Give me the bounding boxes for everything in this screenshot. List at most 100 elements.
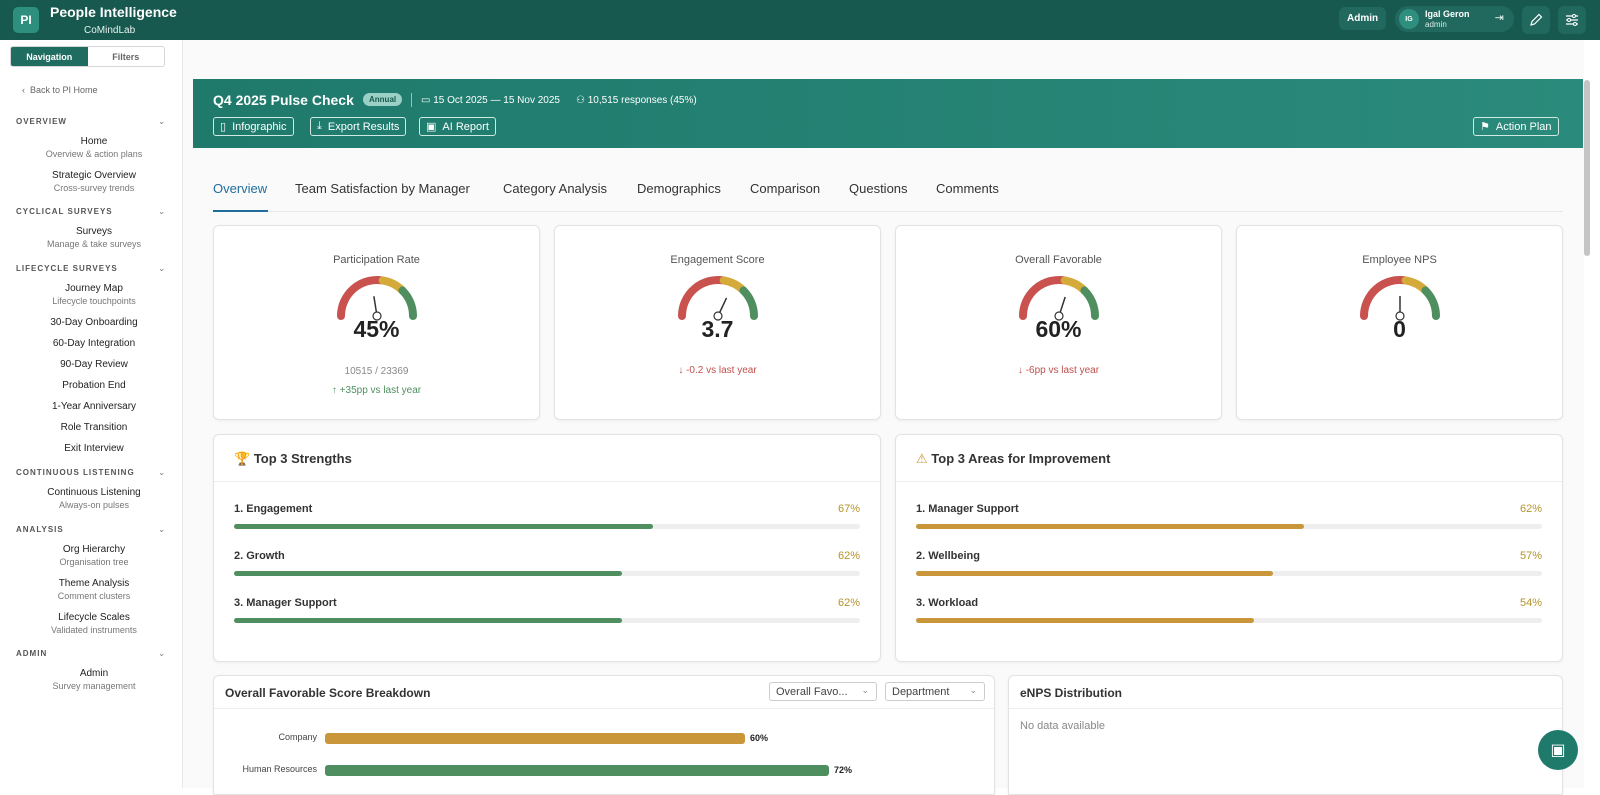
chevron-down-icon: ⌄ [861,685,869,695]
progress-fill [234,618,623,623]
tab-comparison[interactable]: Comparison [750,181,820,196]
gauge-segment [1420,286,1440,320]
report-icon: ▣ [426,121,437,133]
kpi-value: 60% [1035,316,1082,342]
chevron-left-icon: ‹ [22,85,25,95]
users-icon: ⚇ [576,95,585,106]
logout-icon[interactable]: ⇥ [1495,11,1504,24]
export-results-button[interactable]: ⤓ Export Results [310,117,407,136]
sidebar-item-theme-analysis[interactable]: Theme Analysis Comment clusters [0,578,188,601]
improvements-title: ⚠ Top 3 Areas for Improvement [916,451,1111,466]
metric-select[interactable]: Overall Favo... ⌄ [769,682,877,701]
sidebar-item-org-hierarchy[interactable]: Org Hierarchy Organisation tree [0,544,188,567]
section-lifecycle-surveys[interactable]: LIFECYCLE SURVEYS ⌄ [16,264,166,273]
section-overview[interactable]: OVERVIEW ⌄ [16,117,166,126]
sidebar-item-exit-interview[interactable]: Exit Interview [0,443,188,454]
progress-fill [234,571,623,576]
scrollbar[interactable] [1584,80,1590,256]
sidebar-tabs: Navigation Filters [10,46,165,67]
app-title: People Intelligence [50,4,177,20]
bar [325,733,745,744]
chevron-down-icon: ⌄ [158,525,166,534]
ai-report-button[interactable]: ▣ AI Report [419,117,496,136]
active-tab-indicator [213,210,268,212]
improvement-item: 1. Manager Support 62% [916,503,1542,529]
app-logo: PI [13,7,39,33]
strengths-title: 🏆 Top 3 Strengths [234,451,352,466]
sidebar-item-continuous-listening[interactable]: Continuous Listening Always-on pulses [0,487,188,510]
gauge-segment [397,286,417,320]
progress-fill [916,618,1255,623]
chevron-down-icon: ⌄ [969,685,977,695]
edit-button[interactable] [1522,6,1550,34]
survey-dates: ▭ 15 Oct 2025 — 15 Nov 2025 [421,95,560,106]
improvement-item: 3. Workload 54% [916,597,1542,623]
tab-overview[interactable]: Overview [213,181,267,196]
tab-filters[interactable]: Filters [88,47,165,66]
sidebar-item-integration[interactable]: 60-Day Integration [0,338,188,349]
chevron-down-icon: ⌄ [158,207,166,216]
kpi-title: Overall Favorable [1015,254,1102,266]
sidebar-item-onboarding[interactable]: 30-Day Onboarding [0,317,188,328]
sidebar-item-role-transition[interactable]: Role Transition [0,422,188,433]
sidebar-item-strategic-overview[interactable]: Strategic Overview Cross-survey trends [0,170,188,193]
breakdown-title: Overall Favorable Score Breakdown [225,686,431,700]
bar-value-label: 72% [834,765,853,775]
action-plan-button[interactable]: ⚑ Action Plan [1473,117,1559,136]
section-continuous-listening[interactable]: CONTINUOUS LISTENING ⌄ [16,468,166,477]
infographic-button[interactable]: ▯ Infographic [213,117,294,136]
tab-questions[interactable]: Questions [849,181,908,196]
survey-header: Q4 2025 Pulse Check Annual ▭ 15 Oct 2025… [193,79,1583,148]
chevron-down-icon: ⌄ [158,468,166,477]
ai-assistant-button[interactable]: ▣ [1538,730,1578,770]
user-menu[interactable]: IG Igal Geron admin ⇥ [1395,6,1514,32]
tab-navigation[interactable]: Navigation [11,47,88,66]
sidebar-item-surveys[interactable]: Surveys Manage & take surveys [0,226,188,249]
user-role: admin [1425,20,1447,29]
chat-icon: ▣ [1550,742,1566,759]
user-name: Igal Geron [1425,9,1470,19]
kpi-card-participation: Participation Rate 45% 10515 / 23369 ↑ +… [213,225,540,420]
calendar-icon: ▭ [421,95,431,106]
progress-fill [234,524,654,529]
avatar: IG [1399,9,1419,29]
sidebar-item-review[interactable]: 90-Day Review [0,359,188,370]
section-cyclical-surveys[interactable]: CYCLICAL SURVEYS ⌄ [16,207,166,216]
sidebar-item-journey-map[interactable]: Journey Map Lifecycle touchpoints [0,283,188,306]
kpi-title: Employee NPS [1362,254,1437,266]
sidebar-item-admin[interactable]: Admin Survey management [0,668,188,691]
gauge-segment [738,286,758,320]
trophy-icon: 🏆 [234,451,251,466]
group-select[interactable]: Department ⌄ [885,682,985,701]
back-link-label: Back to PI Home [30,85,98,95]
sidebar-item-lifecycle-scales[interactable]: Lifecycle Scales Validated instruments [0,612,188,635]
bar [325,765,829,776]
section-admin[interactable]: ADMIN ⌄ [16,649,166,658]
settings-button[interactable] [1558,6,1586,34]
sidebar-item-anniversary[interactable]: 1-Year Anniversary [0,401,188,412]
kpi-value: 0 [1393,316,1406,342]
pencil-icon [1530,13,1543,26]
flag-icon: ⚑ [1480,121,1490,133]
kpi-title: Participation Rate [333,254,420,266]
improvements-card: ⚠ Top 3 Areas for Improvement 1. Manager… [895,434,1563,662]
back-link[interactable]: ‹ Back to PI Home [22,85,98,95]
admin-badge[interactable]: Admin [1339,7,1387,30]
tab-demographics[interactable]: Demographics [637,181,721,196]
tab-category-analysis[interactable]: Category Analysis [503,181,607,196]
kpi-value: 3.7 [701,316,734,342]
gauge-segment [1079,286,1099,320]
chevron-down-icon: ⌄ [158,649,166,658]
divider [411,93,412,107]
enps-title: eNPS Distribution [1020,686,1123,700]
strength-item: 3. Manager Support 62% [234,597,860,623]
sidebar-item-home[interactable]: Home Overview & action plans [0,136,188,159]
kpi-card-enps: Employee NPS 0 [1236,225,1563,420]
divider [214,481,880,482]
tab-team-satisfaction[interactable]: Team Satisfaction by Manager [295,181,470,196]
tab-comments[interactable]: Comments [936,181,999,196]
kpi-value: 45% [353,316,400,342]
download-icon: ⤓ [317,120,322,132]
sidebar-item-probation-end[interactable]: Probation End [0,380,188,391]
section-analysis[interactable]: ANALYSIS ⌄ [16,525,166,534]
